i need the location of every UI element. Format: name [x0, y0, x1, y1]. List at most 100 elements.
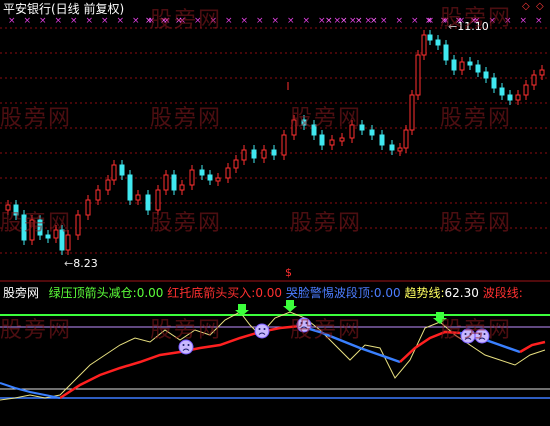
- candle-body: [491, 77, 497, 89]
- marker-cross: ×: [272, 16, 280, 26]
- watermark: 股旁网: [0, 211, 73, 236]
- candle-body: [215, 177, 221, 182]
- indicator-item-value: 0.00: [255, 286, 283, 300]
- candle-body: [409, 94, 415, 131]
- candle-body: [179, 184, 185, 191]
- candle-body: [435, 39, 441, 46]
- candle-body: [515, 94, 521, 101]
- candle-body: [483, 71, 489, 79]
- watermark: 股旁网: [440, 318, 513, 343]
- watermark: 股旁网: [440, 211, 513, 236]
- marker-cross: ×: [24, 16, 32, 26]
- indicator-item-value: 62.30: [444, 286, 479, 300]
- indicator-item-label: 波段线:: [482, 286, 523, 300]
- candle-body: [319, 134, 325, 146]
- candle-body: [225, 167, 231, 179]
- low-price-label: ←8.23: [64, 257, 98, 270]
- candle-body: [233, 159, 239, 169]
- indicator-item-label: 绿压顶箭头减仓:: [48, 286, 137, 300]
- candle-body: [207, 174, 213, 181]
- crying-face-eye: [263, 328, 266, 330]
- marker-cross: ×: [241, 16, 249, 26]
- maximize-icon[interactable]: ◇: [522, 2, 530, 12]
- indicator-source: 股旁网: [3, 286, 40, 300]
- crying-face-eye: [258, 328, 261, 330]
- crying-face-eye: [187, 344, 190, 346]
- candle-body: [403, 129, 409, 149]
- indicator-item-label: 趋势线:: [404, 286, 445, 300]
- candle-body: [443, 44, 449, 61]
- candle-body: [241, 149, 247, 161]
- watermark: 股旁网: [150, 8, 223, 33]
- candle-body: [329, 139, 335, 146]
- green-down-arrow-icon: [283, 300, 297, 312]
- marker-cross: ×: [303, 16, 311, 26]
- watermark: 股旁网: [150, 106, 223, 131]
- marker-cross: ×: [380, 16, 388, 26]
- crying-face-eye: [182, 344, 185, 346]
- candle-body: [199, 169, 205, 176]
- indicator-item-label: 红托底箭头买入:: [167, 286, 256, 300]
- marker-cross: ×: [86, 16, 94, 26]
- candle-body: [271, 149, 277, 156]
- marker-cross: ×: [256, 16, 264, 26]
- candle-body: [539, 69, 545, 76]
- candle-body: [251, 149, 257, 159]
- candle-body: [85, 199, 91, 216]
- candle-body: [369, 129, 375, 136]
- candle-body: [75, 214, 81, 236]
- marker-cross: ×: [355, 16, 363, 26]
- candle-body: [65, 234, 71, 251]
- marker-cross: ×: [117, 16, 125, 26]
- marker-cross: ×: [370, 16, 378, 26]
- candle-body: [171, 174, 177, 191]
- candle-body: [119, 164, 125, 176]
- indicator-item-label: 哭脸警惕波段顶:: [285, 286, 374, 300]
- candle-body: [531, 74, 537, 86]
- marker-cross: ×: [101, 16, 109, 26]
- chart-title: 平安银行(日线 前复权): [3, 2, 125, 16]
- candle-body: [389, 144, 395, 151]
- candle-body: [135, 194, 141, 201]
- marker-cross: ×: [425, 16, 433, 26]
- indicator-item-value: 0.00: [373, 286, 401, 300]
- watermark: 股旁网: [150, 211, 223, 236]
- chart-window: × × × × × × × × × × × × × × × × × × × × × × × × × × × × × × × × × × × × × × × ×…: [0, 0, 550, 426]
- watermark: 股旁网: [290, 211, 363, 236]
- candle-body: [261, 149, 267, 159]
- candle-body: [281, 134, 287, 156]
- candle-body: [421, 34, 427, 56]
- low-arrow-icon: ←: [64, 257, 74, 270]
- candle-body: [127, 174, 133, 201]
- candle-body: [339, 137, 345, 142]
- signal-marker: $: [285, 266, 292, 279]
- candle-body: [397, 147, 403, 152]
- candle-body: [427, 34, 433, 41]
- marker-cross: ×: [132, 16, 140, 26]
- candle-body: [415, 54, 421, 96]
- marker-cross: ×: [70, 16, 78, 26]
- marker-cross: ×: [325, 16, 333, 26]
- watermark: 股旁网: [290, 106, 363, 131]
- candle-body: [475, 64, 481, 73]
- candle-body: [189, 169, 195, 186]
- candle-body: [105, 179, 111, 191]
- indicator-header: 股旁网 绿压顶箭头减仓:0.00 红托底箭头买入:0.00 哭脸警惕波段顶:0.…: [3, 286, 523, 300]
- candle-body: [379, 134, 385, 146]
- marker-cross: ×: [340, 16, 348, 26]
- marker-cross: ×: [55, 16, 63, 26]
- candle-body: [451, 59, 457, 71]
- indicator-item-value: 0.00: [136, 286, 164, 300]
- candle-body: [523, 84, 529, 96]
- close-icon[interactable]: ◇: [536, 2, 544, 12]
- marker-cross: ×: [287, 16, 295, 26]
- candle-body: [459, 61, 465, 71]
- watermark: 股旁网: [440, 106, 513, 131]
- watermark: 股旁网: [0, 318, 73, 343]
- watermark: 股旁网: [150, 318, 223, 343]
- marker-cross: ×: [396, 16, 404, 26]
- marker-cross: ×: [520, 16, 528, 26]
- band-line-falling: [0, 382, 61, 399]
- crying-face-icon: [254, 323, 270, 339]
- marker-cross: ×: [8, 16, 16, 26]
